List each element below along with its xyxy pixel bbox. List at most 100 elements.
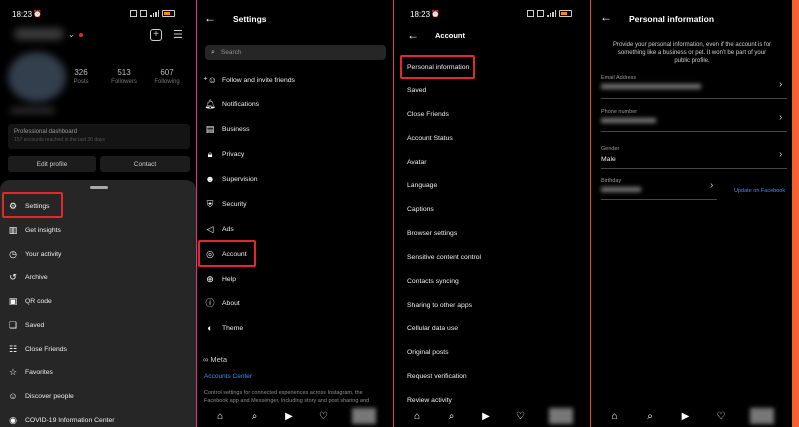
bottom-nav: ⌂ ⌕ ▶ ♡: [591, 405, 792, 427]
supervision-icon: ☻: [205, 173, 215, 184]
search-icon[interactable]: ⌕: [446, 410, 458, 422]
menu-icon[interactable]: ☰: [173, 28, 183, 41]
edit-profile-button[interactable]: Edit profile: [8, 156, 96, 172]
account-item-contacts-syncing[interactable]: Contacts syncing: [407, 278, 459, 285]
update-on-facebook-link[interactable]: Update on Facebook: [734, 188, 785, 194]
bottom-nav: ⌂ ⌕ ▶ ♡: [394, 405, 590, 427]
page-title: Account: [435, 31, 465, 40]
account-item-original-posts[interactable]: Original posts: [407, 349, 449, 356]
heart-icon[interactable]: ♡: [317, 410, 329, 422]
menu-item-covid-info[interactable]: ◉ COVID-19 Information Center: [8, 414, 114, 425]
profile-avatar-icon[interactable]: [548, 408, 573, 424]
menu-item-discover-people[interactable]: ☺ Discover people: [8, 391, 73, 401]
settings-item-ads[interactable]: ◁ Ads: [205, 224, 234, 234]
menu-item-qr-code[interactable]: ▣ QR code: [8, 296, 52, 306]
account-item-avatar[interactable]: Avatar: [407, 159, 427, 166]
avatar[interactable]: [8, 52, 66, 102]
profile-avatar-icon[interactable]: [351, 408, 376, 424]
menu-item-insights[interactable]: ▥ Get insights: [8, 225, 61, 235]
account-item-close-friends[interactable]: Close Friends: [407, 111, 449, 118]
username-blurred[interactable]: [14, 28, 64, 40]
bookmark-icon: ❏: [8, 319, 18, 330]
back-arrow-icon[interactable]: ←: [600, 10, 612, 24]
menu-item-close-friends[interactable]: ☷ Close Friends: [8, 344, 67, 354]
back-arrow-icon[interactable]: ←: [204, 11, 216, 25]
chevron-down-icon[interactable]: ⌄: [68, 30, 75, 39]
search-icon: ⌕: [211, 48, 215, 56]
account-item-sensitive-content[interactable]: Sensitive content control: [407, 254, 481, 261]
star-icon: ☆: [8, 366, 18, 377]
account-item-review-activity[interactable]: Review activity: [407, 397, 452, 404]
settings-item-theme[interactable]: ◐ Theme: [205, 323, 243, 333]
chevron-right-icon[interactable]: ›: [779, 79, 782, 90]
status-time: 18:23: [410, 10, 431, 19]
reels-icon[interactable]: ▶: [480, 410, 492, 422]
profile-panel: 18:23 ⏰ ⌄ + ☰ 326 Posts 513 Followers 60…: [0, 0, 196, 427]
gender-value[interactable]: Male: [601, 156, 616, 163]
status-icons: [527, 10, 572, 17]
battery-icon: [559, 10, 572, 17]
contact-button[interactable]: Contact: [100, 156, 190, 172]
create-icon[interactable]: +: [150, 29, 162, 41]
shield-icon: ⛨: [206, 198, 214, 209]
settings-item-security[interactable]: ⛨ Security: [205, 199, 247, 209]
settings-item-business[interactable]: ▤ Business: [205, 124, 250, 134]
highlight-account: [198, 240, 256, 267]
chevron-right-icon[interactable]: ›: [779, 149, 782, 160]
account-item-captions[interactable]: Captions: [407, 206, 434, 213]
home-icon[interactable]: ⌂: [609, 410, 621, 422]
settings-item-follow-invite[interactable]: ⁺☺ Follow and invite friends: [203, 75, 295, 85]
sheet-handle[interactable]: [90, 186, 108, 189]
activity-icon: ◷: [9, 248, 17, 259]
intro-text: Provide your personal information, even …: [612, 42, 772, 64]
back-arrow-icon[interactable]: ←: [407, 28, 419, 42]
reels-icon[interactable]: ▶: [679, 410, 691, 422]
home-icon[interactable]: ⌂: [214, 410, 226, 422]
stat-following[interactable]: 607 Following: [152, 68, 182, 85]
profile-avatar-icon[interactable]: [750, 408, 775, 424]
account-item-sharing[interactable]: Sharing to other apps: [407, 302, 472, 309]
account-item-request-verification[interactable]: Request verification: [407, 373, 467, 380]
settings-item-supervision[interactable]: ☻ Supervision: [205, 173, 257, 184]
professional-dashboard[interactable]: Professional dashboard 157 accounts reac…: [8, 124, 190, 149]
heart-icon[interactable]: ♡: [715, 410, 727, 422]
search-icon[interactable]: ⌕: [644, 410, 656, 422]
settings-item-help[interactable]: ⊕ Help: [205, 274, 236, 284]
bio-blurred: [10, 108, 55, 113]
alarm-icon: ⏰: [431, 11, 440, 18]
shop-icon: ▤: [205, 123, 215, 134]
account-item-account-status[interactable]: Account Status: [407, 135, 453, 142]
settings-item-notifications[interactable]: 🔔︎ Notifications: [204, 99, 259, 109]
menu-item-archive[interactable]: ↺ Archive: [8, 272, 47, 282]
info-icon: ◉: [9, 414, 17, 425]
chevron-right-icon[interactable]: ›: [710, 180, 713, 191]
heart-icon[interactable]: ♡: [514, 410, 526, 422]
account-item-language[interactable]: Language: [407, 182, 437, 189]
account-item-saved[interactable]: Saved: [407, 87, 426, 94]
search-input[interactable]: ⌕ Search: [205, 45, 386, 60]
chevron-right-icon[interactable]: ›: [779, 112, 782, 123]
gender-field-line: [601, 168, 787, 169]
stat-posts[interactable]: 326 Posts: [70, 68, 92, 85]
help-icon: ⊕: [206, 273, 214, 284]
phone-value-blurred: [601, 118, 656, 123]
menu-item-activity[interactable]: ◷ Your activity: [8, 249, 61, 259]
menu-item-favorites[interactable]: ☆ Favorites: [8, 367, 53, 377]
page-title: Settings: [233, 14, 267, 24]
account-item-cellular-data[interactable]: Cellular data use: [407, 325, 458, 332]
phone-field-line: [601, 131, 787, 132]
stat-followers[interactable]: 513 Followers: [109, 68, 139, 85]
meta-logo: ∞ Meta: [203, 355, 228, 364]
settings-item-about[interactable]: ⓘ About: [205, 298, 239, 308]
signal-icon: [150, 10, 159, 17]
search-icon[interactable]: ⌕: [249, 410, 261, 422]
menu-item-saved[interactable]: ❏ Saved: [8, 320, 44, 330]
birthday-field-line: [601, 199, 717, 200]
settings-item-privacy[interactable]: 🔒︎ Privacy: [205, 149, 245, 159]
account-item-browser-settings[interactable]: Browser settings: [407, 230, 457, 237]
reels-icon[interactable]: ▶: [283, 410, 295, 422]
account-panel: 18:23 ⏰ ← Account Personal information S…: [394, 0, 590, 427]
accounts-center-link[interactable]: Accounts Center: [204, 373, 252, 380]
home-icon[interactable]: ⌂: [411, 410, 423, 422]
status-time: 18:23: [12, 10, 33, 19]
